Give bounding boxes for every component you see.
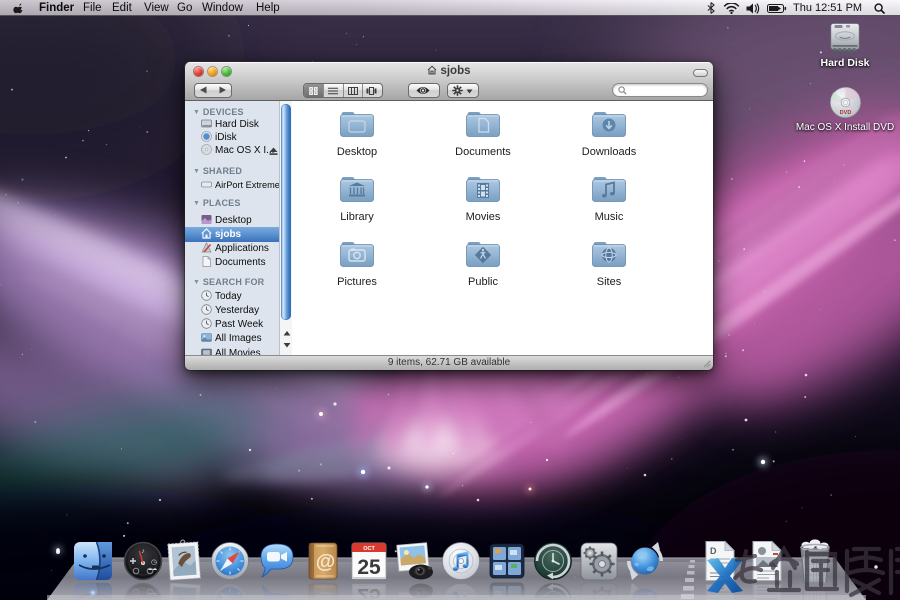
svg-text:◷: ◷ [151, 559, 157, 566]
svg-text:25: 25 [357, 556, 381, 579]
svg-text:♪: ♪ [141, 548, 145, 555]
svg-text:@: @ [316, 551, 336, 573]
svg-text:OCT: OCT [363, 546, 375, 552]
